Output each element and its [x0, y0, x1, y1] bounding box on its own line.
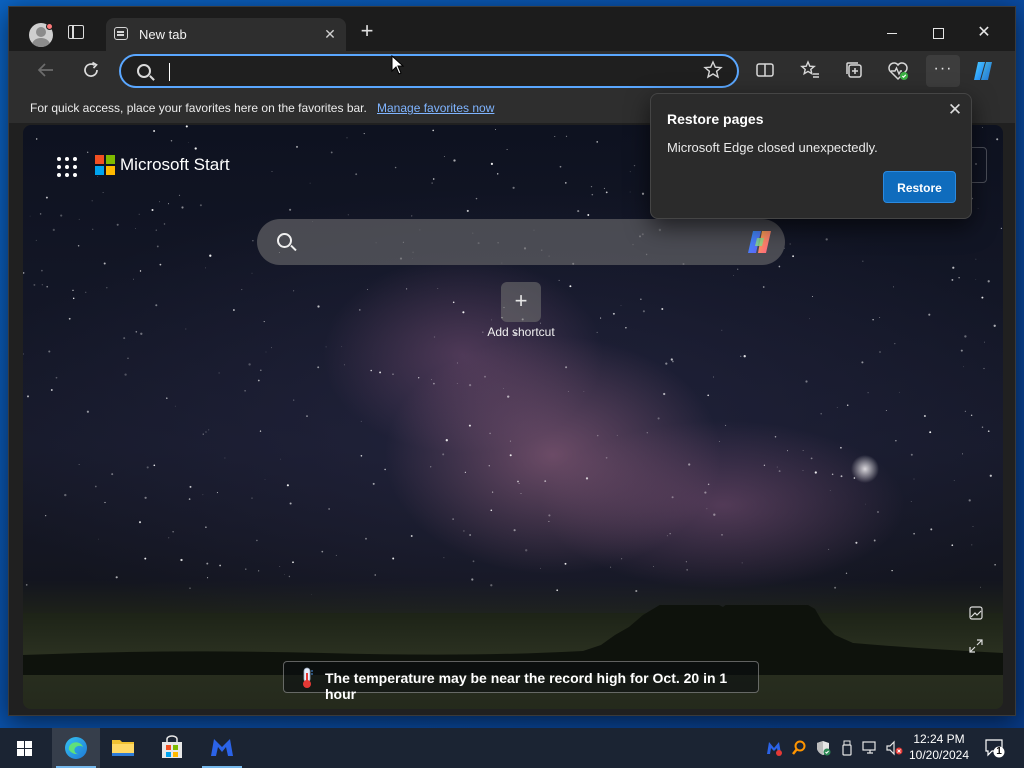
restore-popup-close-button[interactable]: ✕ [944, 99, 966, 121]
new-tab-button[interactable]: + [357, 20, 377, 42]
clock-time: 12:24 PM [913, 732, 965, 746]
maximize-button[interactable] [915, 19, 961, 47]
title-bar: New tab ✕ + ✕ [9, 7, 1015, 51]
favorites-icon [800, 60, 819, 78]
edge-icon [65, 737, 87, 759]
split-screen-icon [756, 63, 774, 77]
copilot-colorful-icon [748, 231, 771, 253]
minimize-button[interactable] [869, 19, 915, 47]
notification-center-button[interactable]: 1 [984, 738, 1006, 758]
notification-icon [985, 739, 1005, 758]
taskbar-malwarebytes[interactable] [198, 728, 246, 768]
search-icon [277, 233, 292, 248]
add-shortcut-button[interactable]: + [501, 282, 541, 322]
clock-date: 10/20/2024 [908, 748, 970, 762]
microsoft-logo-icon [95, 155, 115, 175]
taskbar-file-explorer[interactable] [99, 728, 147, 768]
more-button[interactable]: ··· [926, 55, 960, 87]
expand-icon [969, 639, 983, 653]
copilot-icon [974, 62, 992, 80]
refresh-button[interactable] [79, 59, 103, 83]
new-tab-page-icon [114, 27, 128, 40]
copilot-search-button[interactable] [745, 228, 775, 256]
notification-count: 1 [996, 746, 1002, 757]
malwarebytes-icon [211, 739, 233, 756]
copilot-button[interactable] [971, 59, 995, 83]
tab-actions-icon[interactable] [68, 25, 84, 39]
manage-favorites-link[interactable]: Manage favorites now [377, 101, 494, 115]
restore-popup-message: Microsoft Edge closed unexpectedly. [667, 140, 878, 155]
tray-network-icon[interactable] [862, 740, 878, 756]
web-search-box[interactable] [257, 219, 785, 265]
tab-close-button[interactable]: ✕ [320, 24, 340, 44]
restore-button[interactable]: Restore [883, 171, 956, 203]
address-bar[interactable] [119, 54, 739, 88]
microsoft-start-brand[interactable]: Microsoft Start [120, 155, 230, 175]
restore-popup-title: Restore pages [667, 111, 764, 127]
address-input[interactable] [167, 61, 687, 83]
collections-button[interactable] [842, 59, 866, 83]
tab-new-tab[interactable]: New tab ✕ [106, 18, 346, 51]
browser-essentials-icon [888, 62, 908, 81]
thermometer-icon [303, 667, 313, 688]
background-image-button[interactable] [968, 606, 984, 622]
favorites-hint-text: For quick access, place your favorites h… [30, 101, 367, 115]
tray-usb-icon[interactable] [839, 740, 855, 756]
favorites-button[interactable] [798, 59, 822, 83]
edge-window: New tab ✕ + ✕ ··· For quick access, plac… [8, 6, 1016, 716]
add-shortcut-label: Add shortcut [487, 325, 555, 339]
mouse-cursor-icon [391, 55, 405, 75]
collections-icon [846, 62, 862, 78]
back-arrow-icon [37, 63, 53, 77]
tray-malwarebytes-icon[interactable] [766, 740, 782, 756]
favorite-star-icon [703, 60, 723, 79]
tray-volume-muted-icon[interactable] [885, 740, 903, 756]
window-close-button[interactable]: ✕ [961, 19, 1007, 47]
search-icon [137, 64, 151, 78]
start-button[interactable] [8, 736, 40, 762]
favorite-star-button[interactable] [703, 60, 723, 86]
profile-notification-dot [46, 23, 53, 30]
text-caret [169, 63, 170, 81]
back-button[interactable] [34, 59, 58, 83]
apps-launcher-icon[interactable] [57, 157, 77, 177]
split-screen-button[interactable] [753, 59, 777, 83]
tab-title: New tab [139, 27, 187, 42]
tray-search-tool-icon[interactable] [791, 740, 807, 756]
taskbar-microsoft-store[interactable] [148, 728, 196, 768]
folder-icon [112, 740, 134, 756]
store-icon [162, 735, 182, 758]
weather-news-headline: The temperature may be near the record h… [325, 670, 728, 702]
browser-essentials-button[interactable] [886, 59, 910, 83]
expand-button[interactable] [968, 639, 984, 655]
weather-news-pill[interactable]: The temperature may be near the record h… [283, 661, 759, 702]
restore-pages-popup: Restore pages Microsoft Edge closed unex… [650, 93, 972, 219]
image-icon [969, 606, 983, 620]
navigation-toolbar: ··· [9, 51, 1015, 91]
taskbar: 12:24 PM 10/20/2024 1 [0, 728, 1024, 768]
refresh-icon [84, 61, 98, 77]
taskbar-edge[interactable] [52, 728, 100, 768]
tray-security-shield-icon[interactable] [815, 740, 831, 756]
taskbar-clock[interactable]: 12:24 PM 10/20/2024 [906, 731, 972, 763]
